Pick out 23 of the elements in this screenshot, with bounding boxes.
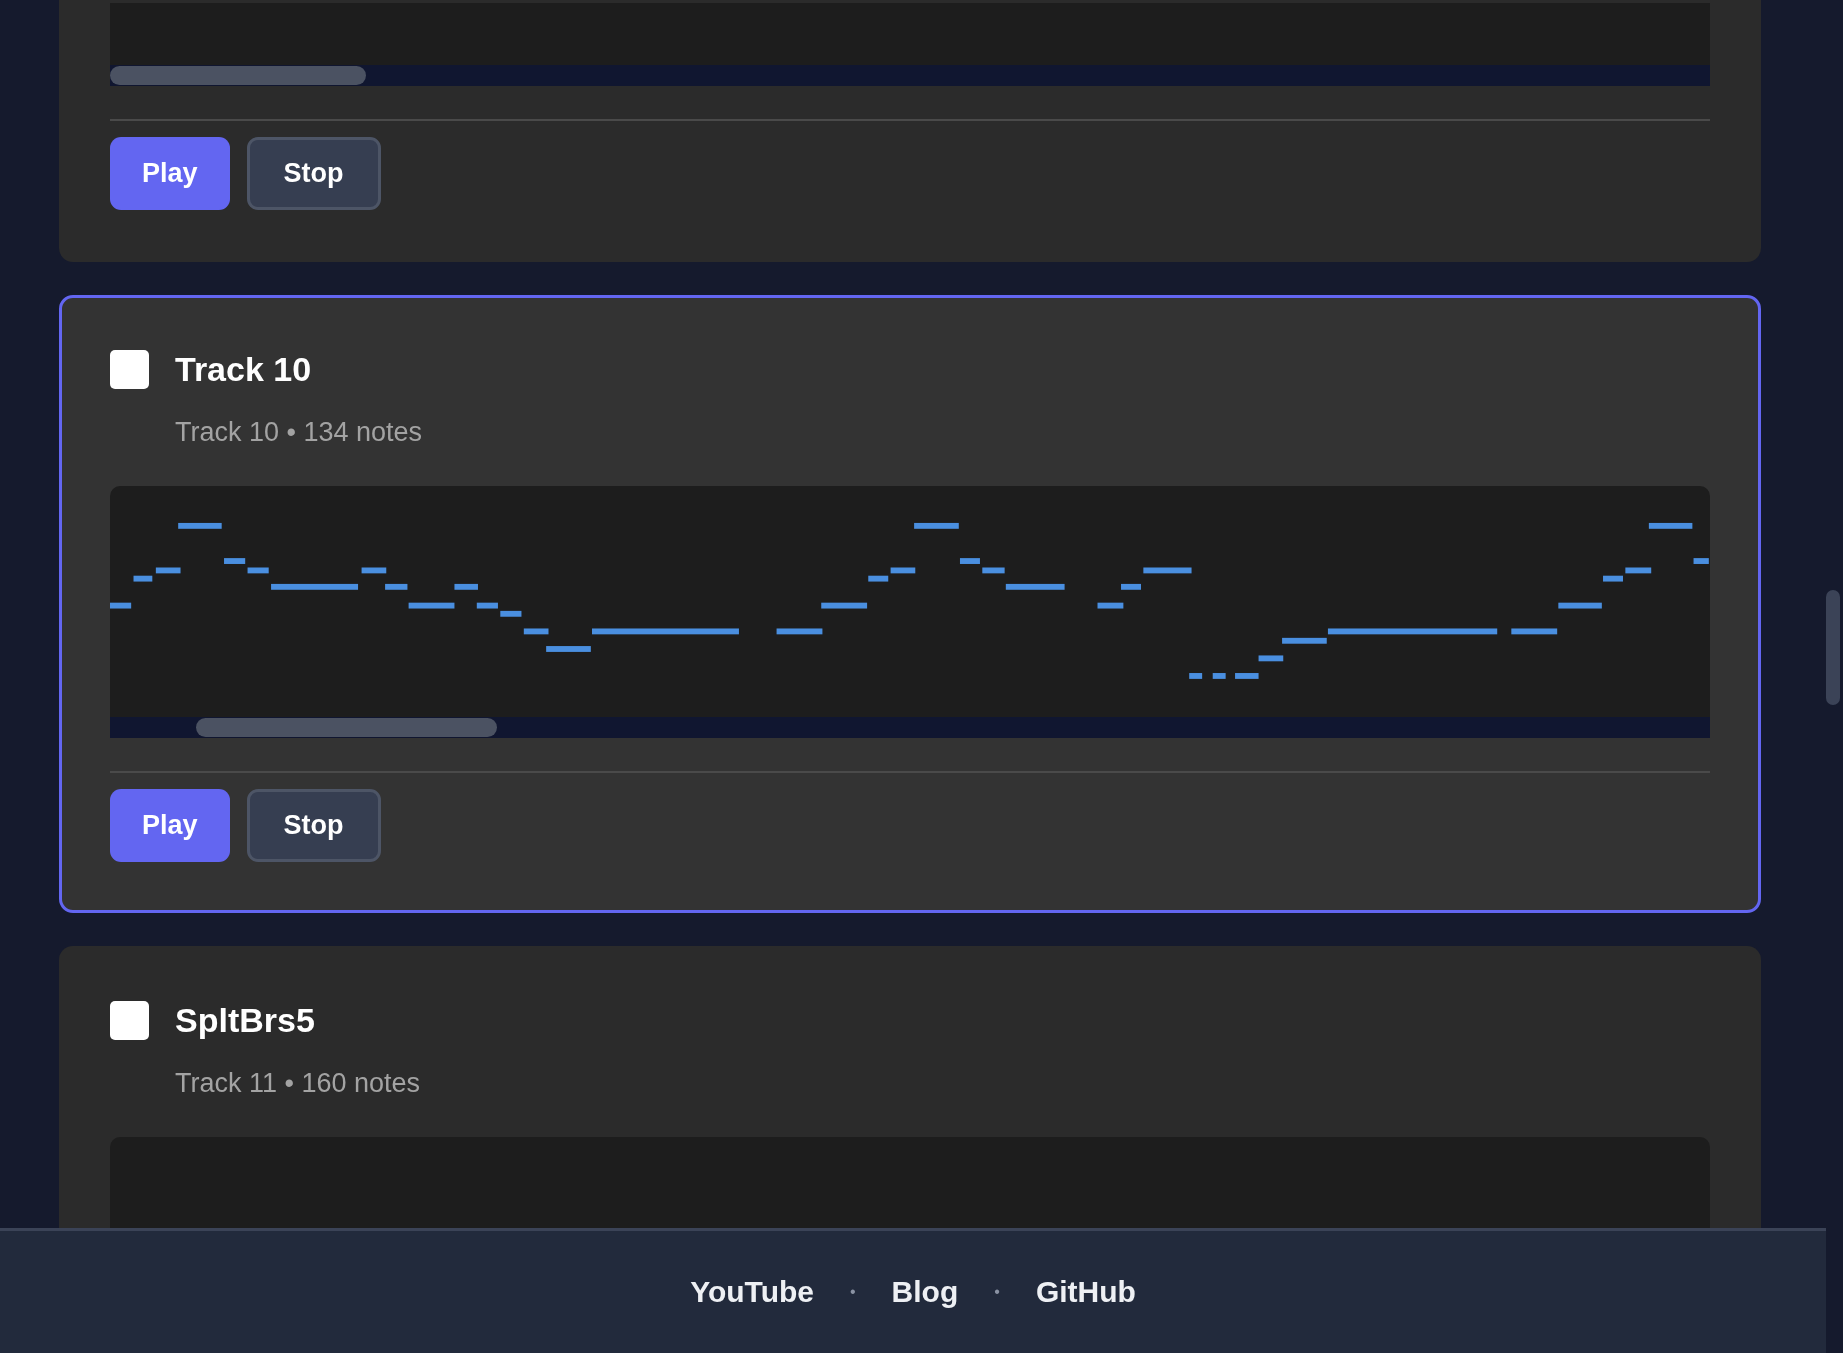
track-title: Track 10: [175, 350, 312, 389]
scrollbar-thumb[interactable]: [110, 66, 366, 85]
footer-link[interactable]: Blog: [891, 1275, 959, 1309]
horizontal-scrollbar[interactable]: [110, 65, 1710, 86]
track-title: SpltBrs5: [175, 1001, 315, 1040]
track-card[interactable]: SpltBrs5 Track 11 • 160 notes: [59, 946, 1761, 1228]
footer-link[interactable]: YouTube: [690, 1275, 814, 1309]
horizontal-scrollbar[interactable]: [110, 717, 1710, 738]
checkbox[interactable]: [110, 1001, 149, 1040]
separator-dot: •: [850, 1283, 856, 1301]
stop-button[interactable]: Stop: [246, 137, 381, 210]
track-card[interactable]: Play Stop: [59, 0, 1761, 262]
checkbox[interactable]: [110, 350, 149, 389]
track-subtitle: Track 10 • 134 notes: [175, 417, 424, 448]
track-subtitle: Track 11 • 160 notes: [175, 1068, 422, 1099]
play-button[interactable]: Play: [110, 789, 230, 862]
page-scrollbar-thumb[interactable]: [1826, 590, 1840, 705]
track-card[interactable]: Track 10 Track 10 • 134 notes Play Stop: [59, 295, 1761, 913]
play-button[interactable]: Play: [110, 137, 230, 210]
stop-button[interactable]: Stop: [246, 789, 381, 862]
separator-dot: •: [994, 1283, 1000, 1301]
footer-link[interactable]: GitHub: [1035, 1275, 1136, 1309]
scrollbar-thumb[interactable]: [196, 718, 498, 737]
